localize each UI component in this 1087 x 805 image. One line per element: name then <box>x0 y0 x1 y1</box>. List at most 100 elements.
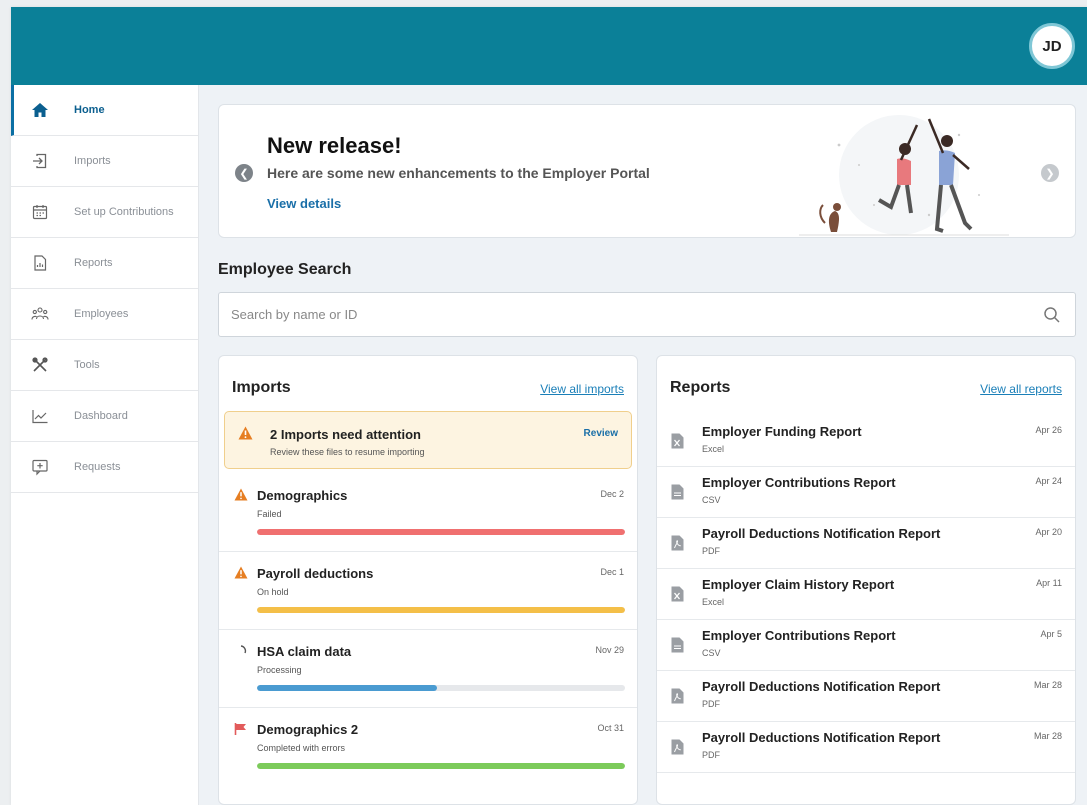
csv-file-icon <box>671 637 684 653</box>
report-type: PDF <box>702 750 720 760</box>
sidebar-item-label: Home <box>74 104 105 116</box>
warning-icon <box>234 488 248 501</box>
import-name: Payroll deductions <box>257 566 374 581</box>
sidebar-item-dashboard[interactable]: Dashboard <box>11 391 198 442</box>
sidebar-item-label: Dashboard <box>74 410 128 422</box>
alert-subtitle: Review these files to resume importing <box>270 447 425 457</box>
csv-file-icon <box>671 484 684 500</box>
import-row[interactable]: Payroll deductions On hold Dec 1 <box>219 552 637 630</box>
import-date: Dec 2 <box>600 489 624 499</box>
request-icon <box>31 458 49 476</box>
sidebar-item-tools[interactable]: Tools <box>11 340 198 391</box>
sidebar-item-label: Set up Contributions <box>74 206 174 218</box>
search-box <box>218 292 1076 337</box>
report-type: CSV <box>702 648 721 658</box>
import-row[interactable]: Demographics Failed Dec 2 <box>219 474 637 552</box>
import-row[interactable]: HSA claim data Processing Nov 29 <box>219 630 637 708</box>
report-name: Employer Claim History Report <box>702 577 895 592</box>
warning-icon <box>238 426 253 440</box>
employees-icon <box>31 305 49 323</box>
spinner-icon <box>240 645 247 654</box>
report-type: CSV <box>702 495 721 505</box>
banner-title: New release! <box>267 133 402 158</box>
search-input[interactable] <box>231 293 1031 336</box>
sidebar-item-label: Tools <box>74 359 100 371</box>
import-name: HSA claim data <box>257 644 352 659</box>
avatar[interactable]: JD <box>1029 23 1075 69</box>
report-name: Employer Contributions Report <box>702 475 896 490</box>
report-type: PDF <box>702 546 720 556</box>
report-row[interactable]: Payroll Deductions Notification Report P… <box>657 671 1075 722</box>
progress-fill <box>257 763 625 769</box>
sidebar-item-imports[interactable]: Imports <box>11 136 198 187</box>
report-type: Excel <box>702 597 725 607</box>
report-row[interactable]: Employer Contributions Report CSV Apr 5 <box>657 620 1075 671</box>
calendar-icon <box>31 203 49 221</box>
report-name: Employer Funding Report <box>702 424 862 439</box>
report-date: Mar 28 <box>1033 680 1062 690</box>
home-icon <box>31 101 49 119</box>
progress-fill <box>257 607 625 613</box>
banner-subtitle: Here are some new enhancements to the Em… <box>267 165 650 181</box>
sidebar-item-employees[interactable]: Employees <box>11 289 198 340</box>
pdf-file-icon <box>671 739 684 755</box>
import-status: On hold <box>257 587 289 597</box>
sidebar-item-label: Requests <box>74 461 121 473</box>
sidebar-item-reports[interactable]: Reports <box>11 238 198 289</box>
report-date: Apr 24 <box>1035 476 1062 486</box>
reports-card: Reports View all reports Employer Fundin… <box>656 355 1076 805</box>
report-date: Apr 20 <box>1035 527 1062 537</box>
report-row[interactable]: Payroll Deductions Notification Report P… <box>657 518 1075 569</box>
report-icon <box>31 254 49 272</box>
excel-file-icon <box>671 433 684 449</box>
report-date: Mar 28 <box>1033 731 1062 741</box>
report-row[interactable]: Employer Contributions Report CSV Apr 24 <box>657 467 1075 518</box>
main-content: ❮ New release! Here are some new enhance… <box>199 85 1087 805</box>
view-all-reports-link[interactable]: View all reports <box>980 382 1062 396</box>
chevron-right-icon[interactable]: ❯ <box>1041 164 1059 182</box>
report-row[interactable]: Employer Claim History Report Excel Apr … <box>657 569 1075 620</box>
sidebar-item-home[interactable]: Home <box>11 85 198 136</box>
import-date: Nov 29 <box>595 645 624 655</box>
view-all-imports-link[interactable]: View all imports <box>540 382 624 396</box>
report-date: Apr 5 <box>1040 629 1062 639</box>
release-banner: ❮ New release! Here are some new enhance… <box>218 104 1076 238</box>
reports-title: Reports <box>670 379 731 396</box>
chart-icon <box>31 407 49 425</box>
alert-title: 2 Imports need attention <box>270 427 421 442</box>
sidebar-item-set-up-contributions[interactable]: Set up Contributions <box>11 187 198 238</box>
flag-icon <box>234 723 246 735</box>
chevron-left-icon[interactable]: ❮ <box>235 164 253 182</box>
import-row[interactable]: Demographics 2 Completed with errors Oct… <box>219 708 637 786</box>
progress-fill <box>257 529 625 535</box>
tools-icon <box>31 356 49 374</box>
report-name: Payroll Deductions Notification Report <box>702 526 941 541</box>
view-details-link[interactable]: View details <box>267 196 341 211</box>
imports-title: Imports <box>232 379 291 396</box>
import-name: Demographics <box>257 488 348 503</box>
report-type: PDF <box>702 699 720 709</box>
progress-fill <box>257 685 438 691</box>
progress-bar <box>257 607 625 613</box>
import-status: Completed with errors <box>257 743 346 753</box>
report-type: Excel <box>702 444 725 454</box>
report-row[interactable]: Payroll Deductions Notification Report P… <box>657 722 1075 773</box>
imports-card: Imports View all imports 2 Imports need … <box>218 355 638 805</box>
report-date: Apr 11 <box>1036 578 1062 588</box>
attention-alert: 2 Imports need attention Review these fi… <box>224 411 632 469</box>
pdf-file-icon <box>671 688 684 704</box>
report-name: Employer Contributions Report <box>702 628 896 643</box>
warning-icon <box>234 566 248 579</box>
report-row[interactable]: Employer Funding Report Excel Apr 26 <box>657 416 1075 467</box>
sidebar-item-label: Imports <box>74 155 111 167</box>
excel-file-icon <box>671 586 684 602</box>
search-icon[interactable] <box>1043 306 1061 324</box>
import-status: Processing <box>257 665 302 675</box>
employee-search-title: Employee Search <box>218 261 352 278</box>
sidebar: Home Imports Set up Contributions Report… <box>11 85 199 805</box>
sidebar-item-label: Reports <box>74 257 113 269</box>
review-button[interactable]: Review <box>584 428 618 439</box>
import-date: Dec 1 <box>600 567 624 577</box>
sidebar-item-requests[interactable]: Requests <box>11 442 198 493</box>
progress-bar <box>257 763 625 769</box>
